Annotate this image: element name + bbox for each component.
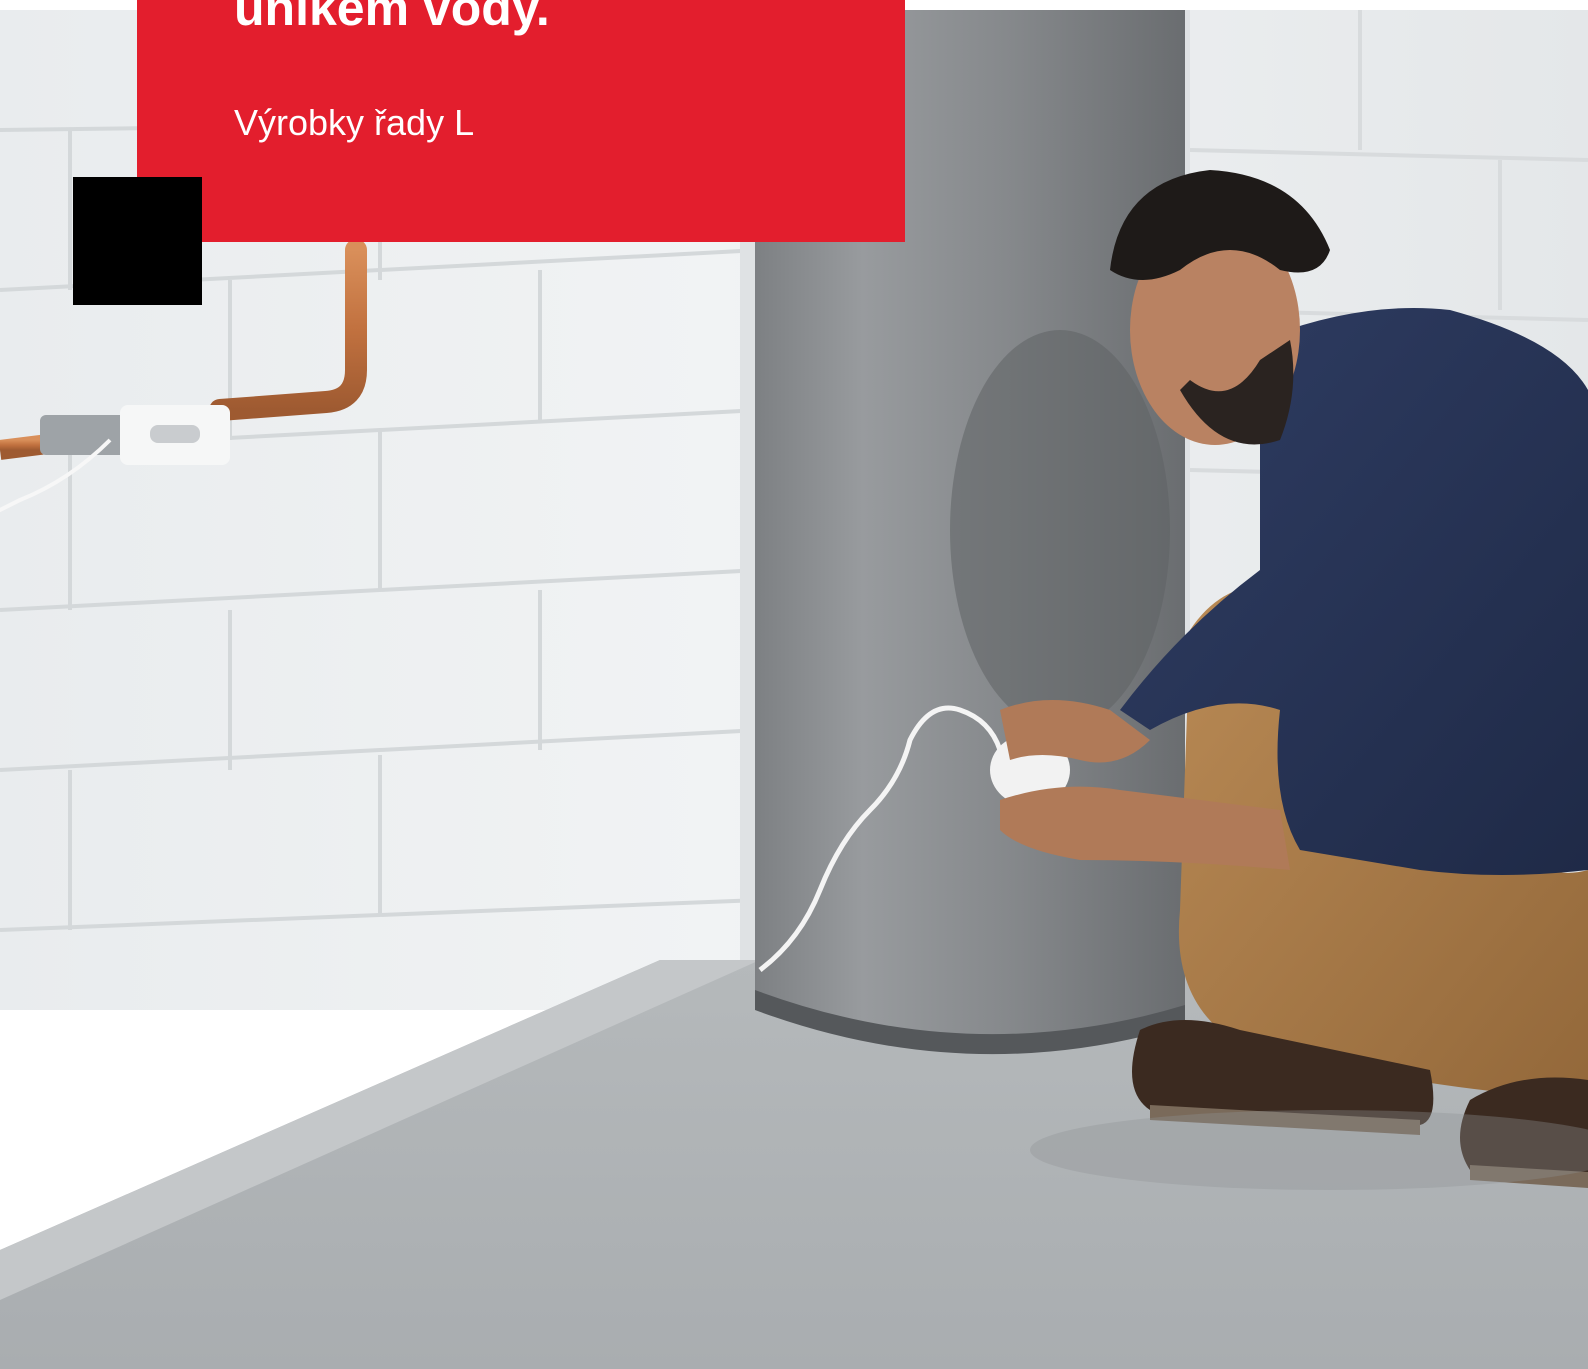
brochure-page: únikem vody. Výrobky řady L: [0, 0, 1588, 1369]
top-white-strip: [905, 0, 1588, 10]
header-banner: únikem vody. Výrobky řady L: [137, 0, 905, 242]
decorative-black-square: [73, 177, 202, 305]
headline: únikem vody.: [234, 0, 550, 36]
subtitle: Výrobky řady L: [234, 102, 475, 143]
